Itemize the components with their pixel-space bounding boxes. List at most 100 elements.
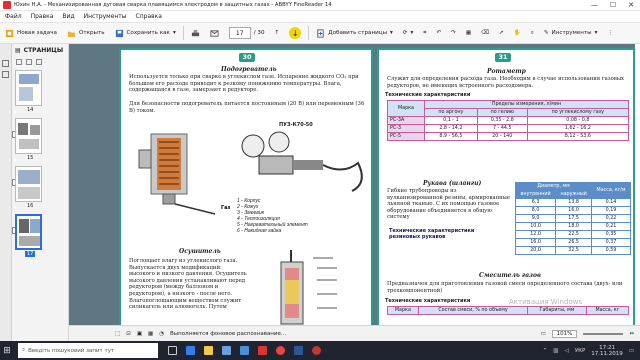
section-heading: Подогреватель: [221, 66, 277, 73]
taskbar: ⊞ ⌕ Введіть пошуковий запит тут ⌃ ▥ ◁ УК…: [0, 341, 640, 360]
open-button[interactable]: Открыть: [62, 25, 110, 41]
taskbar-apps: [168, 346, 321, 355]
table-cell: 10,0: [514, 222, 557, 231]
page-number-input[interactable]: 17: [228, 27, 251, 39]
recorder-icon[interactable]: [312, 346, 321, 355]
task-view-icon[interactable]: [168, 346, 177, 355]
menu-tools[interactable]: Инструменты: [84, 13, 127, 20]
picture-area-icon[interactable]: ▣: [137, 331, 142, 337]
chrome-icon[interactable]: [276, 346, 285, 355]
gas-label: Газ: [221, 205, 231, 211]
table-header: наружный: [555, 190, 593, 199]
zoom-tool[interactable]: ⌕: [526, 25, 539, 41]
explorer-icon[interactable]: [204, 346, 213, 355]
page-thumbnail[interactable]: 16: [0, 166, 42, 216]
language-indicator[interactable]: УКР: [575, 348, 586, 354]
table-row: РС-5 8,9 - 56,5 20 - 140 8,12 - 53,6: [387, 132, 630, 141]
text-area-icon[interactable]: ⊡: [126, 331, 131, 337]
tray-chevron-icon[interactable]: ⌃: [543, 348, 548, 354]
table-header: по гелию: [476, 108, 528, 117]
chevron-down-icon: ▾: [172, 30, 176, 36]
zoom-slider[interactable]: [583, 332, 624, 335]
mail-button[interactable]: [205, 25, 224, 41]
paragraph: Гибкие трубопроводы из вулканизированной…: [387, 188, 510, 221]
tech-caption: Технические характеристики: [385, 298, 471, 304]
table-cell: 22,5: [555, 230, 593, 239]
windows-start-icon[interactable]: ⊞: [0, 346, 14, 356]
menu-edit[interactable]: Правка: [31, 13, 54, 20]
mixer-table: Марка Состав смеси, % по объему Габариты…: [387, 306, 630, 315]
select-tool-icon[interactable]: ⬚: [115, 331, 120, 337]
add-pages-button[interactable]: Добавить страницы ▾: [311, 25, 398, 41]
section-heading: Рукава (шланги): [423, 180, 482, 187]
network-icon[interactable]: ▥: [553, 348, 558, 354]
select-all-checkbox[interactable]: [16, 59, 22, 65]
save-icon: [115, 29, 123, 37]
redo-button[interactable]: ↷: [446, 25, 461, 41]
undo-button[interactable]: ↶: [431, 25, 446, 41]
table-row: 16,0 26,5 0,37: [514, 238, 631, 247]
print-button[interactable]: [186, 25, 205, 41]
table-cell: 13,8: [555, 198, 593, 207]
recognize-button[interactable]: ▦: [461, 25, 476, 41]
table-cell: 0,14: [591, 198, 631, 207]
new-task-button[interactable]: Новая задача: [0, 25, 62, 41]
section-heading: Смеситель газов: [479, 272, 541, 279]
next-page-button[interactable]: ↓: [289, 27, 302, 39]
edge-icon[interactable]: [186, 346, 195, 355]
table-cell: 20,0: [514, 246, 557, 255]
menu-view[interactable]: Вид: [62, 13, 74, 20]
volume-icon[interactable]: ◁: [564, 348, 568, 354]
tools-button[interactable]: ✎ Инструменты ▾: [539, 25, 603, 41]
table-cell: 0,37: [591, 238, 631, 247]
close-button[interactable]: ✕: [628, 1, 634, 9]
notifications-icon[interactable]: ▭: [629, 348, 634, 354]
page-thumbnail[interactable]: 14: [0, 70, 42, 120]
chevron-down-icon: ▾: [389, 30, 393, 36]
zoom-out-icon[interactable]: ▭: [540, 331, 545, 337]
save-as-button[interactable]: Сохранить как ▾: [110, 25, 181, 41]
clock[interactable]: 17:21 17.11.2019: [591, 345, 623, 357]
minimize-button[interactable]: —: [591, 1, 598, 9]
rotate-button[interactable]: ⟳ ▾: [398, 25, 419, 41]
heater-illustration: [138, 133, 216, 215]
table-area-icon[interactable]: ▦: [148, 331, 153, 337]
tech-caption: Технические характеристики резиновых рук…: [389, 228, 475, 240]
mail-app-icon[interactable]: [240, 346, 249, 355]
search-icon: ⌕: [22, 347, 26, 353]
table-cell: 0,19: [591, 206, 631, 215]
word-icon[interactable]: [294, 346, 303, 355]
zoom-level[interactable]: 101%: [551, 329, 578, 338]
thumbnail-view-icon[interactable]: [26, 59, 32, 65]
taskbar-search-input[interactable]: ⌕ Введіть пошуковий запит тут: [18, 343, 158, 358]
cursor-tool[interactable]: ➚: [494, 25, 509, 41]
page-number-badge: 30: [239, 53, 255, 62]
table-cell: 1,62 - 16,2: [526, 124, 630, 133]
arrow-up-icon: ↑: [274, 30, 280, 36]
hand-tool[interactable]: ✋: [509, 25, 526, 41]
previous-page-button[interactable]: ↑: [270, 25, 285, 41]
fit-width-icon[interactable]: ⇔: [629, 331, 640, 337]
document-view[interactable]: 30 Подогреватель Используется только при…: [69, 44, 635, 325]
crop-button[interactable]: ⌗: [418, 25, 431, 41]
store-icon[interactable]: [222, 346, 231, 355]
list-view-icon[interactable]: [36, 59, 42, 65]
add-pages-label: Добавить страницы: [328, 30, 387, 36]
tools-label: Инструменты: [551, 30, 592, 36]
table-cell: 0,59: [591, 246, 631, 255]
pages-panel-icon[interactable]: [2, 60, 9, 67]
chevron-down-icon: ▾: [594, 30, 598, 36]
new-task-label: Новая задача: [17, 30, 57, 36]
page-thumbnail[interactable]: 15: [0, 118, 42, 168]
menu-file[interactable]: Файл: [5, 13, 22, 20]
undo-icon: ↶: [436, 30, 442, 36]
eraser-icon: ⌫: [481, 30, 490, 36]
finereader-icon[interactable]: [258, 346, 267, 355]
maximize-button[interactable]: ☐: [610, 1, 616, 9]
table-cell: РС-3А: [387, 116, 425, 125]
menu-help[interactable]: Справка: [136, 13, 162, 20]
paragraph: Служит для определения расхода газа. Нео…: [387, 76, 625, 89]
page-thumbnail-selected[interactable]: 17: [0, 214, 42, 264]
more-button[interactable]: ⋮: [602, 25, 618, 41]
eraser-button[interactable]: ⌫: [476, 25, 494, 41]
